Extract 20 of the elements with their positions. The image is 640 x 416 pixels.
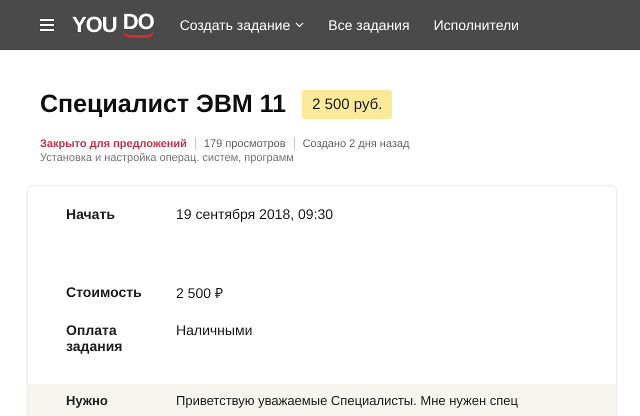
detail-label: Стоимость xyxy=(66,284,143,300)
detail-value: Наличными xyxy=(176,322,254,338)
detail-label: Нужно xyxy=(66,393,109,408)
task-status: Закрыто для предложений xyxy=(40,138,187,150)
price-badge: 2 500 руб. xyxy=(302,90,392,119)
view-count: 179 просмотров xyxy=(204,138,286,150)
logo[interactable]: YOU DO xyxy=(72,12,154,38)
nav-link[interactable]: Исполнители xyxy=(434,17,520,33)
detail-label: Начать xyxy=(66,206,116,222)
created-date: Создано 2 дня назад xyxy=(302,138,410,150)
task-category[interactable]: Установка и настройка операц. систем, программ xyxy=(40,152,600,164)
detail-value: 19 сентября 2018, 09:30 xyxy=(176,206,334,222)
detail-value: Приветствую уважаемые Специалисты. Мне нужен спец xyxy=(176,393,519,408)
nav-link[interactable]: Все задания xyxy=(328,17,410,33)
detail-label: Оплата задания xyxy=(66,322,124,354)
menu-icon[interactable] xyxy=(40,19,54,31)
chevron-down-icon xyxy=(295,22,304,28)
detail-value: 2 500 ₽ xyxy=(176,284,224,302)
nav-link[interactable]: Создать задание xyxy=(180,17,304,33)
task-title: Специалист ЭВМ 11 xyxy=(40,90,286,119)
